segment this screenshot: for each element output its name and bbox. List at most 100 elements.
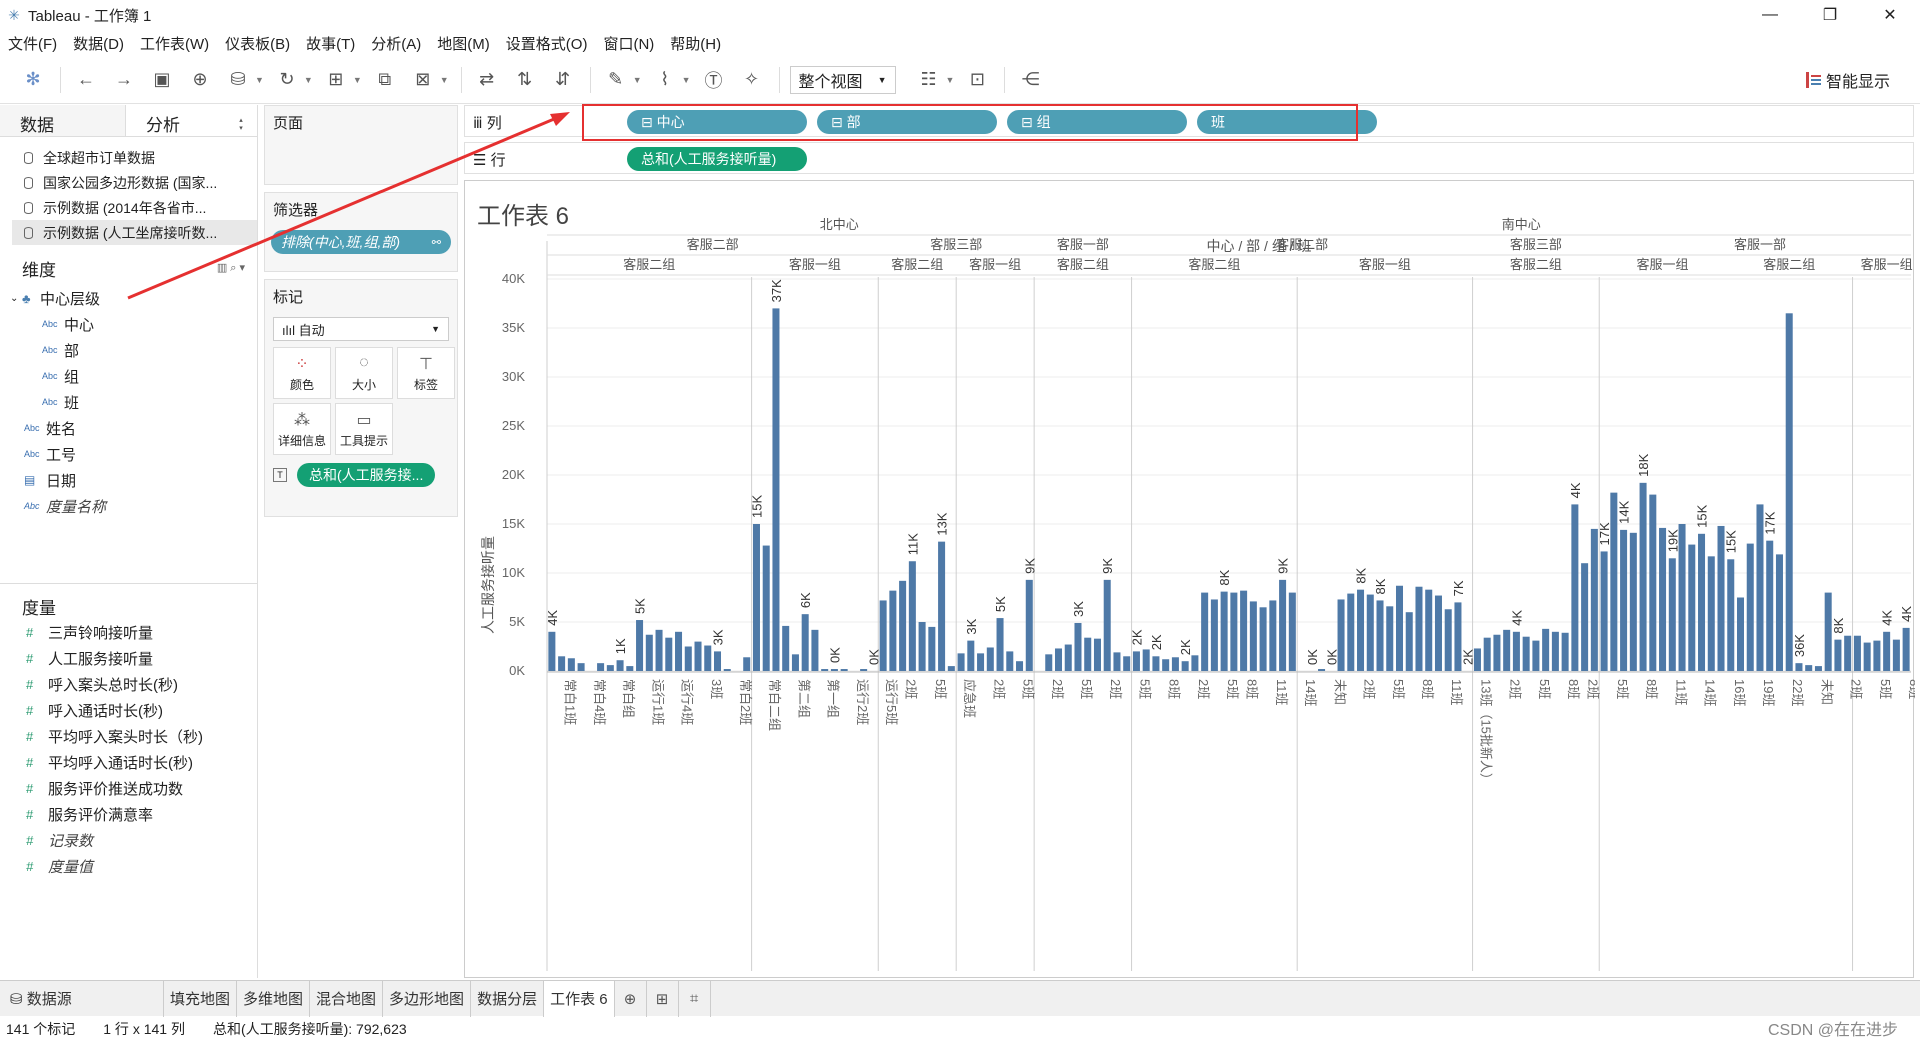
size-button[interactable]: ◌ 大小 bbox=[335, 347, 393, 399]
datasource-item-selected[interactable]: 示例数据 (人工坐席接听数... bbox=[12, 220, 257, 245]
undo-icon[interactable]: ← bbox=[71, 65, 101, 95]
new-worksheet-icon[interactable]: ⊞ bbox=[321, 65, 351, 95]
dimension-field[interactable]: Abc 工号 bbox=[0, 441, 257, 467]
chevron-down-icon[interactable]: ⌄ bbox=[10, 293, 22, 304]
tab-sheet[interactable]: 混合地图 bbox=[310, 980, 384, 1017]
dimension-field[interactable]: ▤ 日期 bbox=[0, 467, 257, 493]
presentation-mode-icon[interactable]: ⊡ bbox=[962, 65, 992, 95]
refresh-icon[interactable]: ↻ bbox=[272, 65, 302, 95]
measure-field[interactable]: # 平均呼入案头时长（秒) bbox=[0, 723, 258, 749]
share-icon[interactable]: ⋲ bbox=[1015, 65, 1045, 95]
save-icon[interactable]: ▣ bbox=[147, 65, 177, 95]
dimension-field[interactable]: Abc 度量名称 bbox=[0, 493, 257, 519]
fix-axes-icon[interactable]: ✧ bbox=[737, 65, 767, 95]
department-header: 客服一部 bbox=[1734, 237, 1786, 252]
chevron-down-icon[interactable]: ▼ bbox=[633, 75, 642, 85]
highlight-icon[interactable]: ✎ bbox=[601, 65, 631, 95]
datasource-item[interactable]: 示例数据 (2014年各省市... bbox=[24, 195, 257, 220]
chevron-down-icon[interactable]: ▼ bbox=[304, 75, 313, 85]
show-me-button[interactable]: 智能显示 bbox=[1805, 68, 1890, 92]
datasource-options-icon[interactable]: ⛁ bbox=[223, 65, 253, 95]
chevron-down-icon[interactable]: ▼ bbox=[946, 75, 955, 85]
tab-data[interactable]: 数据 bbox=[0, 105, 125, 136]
menu-dashboard[interactable]: 仪表板(B) bbox=[225, 33, 290, 54]
filters-card[interactable]: 筛选器 排除(中心,班,组,部) ⚯ bbox=[264, 192, 458, 272]
maximize-button[interactable]: ❐ bbox=[1800, 0, 1860, 30]
measure-field[interactable]: # 呼入通话时长(秒) bbox=[0, 697, 258, 723]
measure-field[interactable]: # 呼入案头总时长(秒) bbox=[0, 671, 258, 697]
menu-help[interactable]: 帮助(H) bbox=[670, 33, 721, 54]
minimize-button[interactable]: — bbox=[1740, 0, 1800, 30]
close-button[interactable]: ✕ bbox=[1860, 0, 1920, 30]
x-tick-label: 8班 bbox=[1420, 679, 1435, 699]
menu-story[interactable]: 故事(T) bbox=[306, 33, 355, 54]
x-tick-label: 常白4班 bbox=[592, 679, 607, 725]
view-fit-select[interactable]: 整个视图 ▼ bbox=[789, 65, 896, 94]
row-pill-measure[interactable]: 总和(人工服务接听量) bbox=[627, 147, 807, 171]
menu-map[interactable]: 地图(M) bbox=[437, 33, 490, 54]
detail-button[interactable]: ⁂ 详细信息 bbox=[273, 403, 331, 455]
measure-field[interactable]: # 度量值 bbox=[0, 853, 258, 879]
menu-data[interactable]: 数据(D) bbox=[73, 33, 124, 54]
clear-sheet-icon[interactable]: ⊠ bbox=[408, 65, 438, 95]
group-members-icon[interactable]: ⌇ bbox=[650, 65, 680, 95]
label-button[interactable]: ⊤ 标签 bbox=[397, 347, 455, 399]
dimension-field[interactable]: Abc 姓名 bbox=[0, 415, 257, 441]
new-dashboard-icon[interactable]: ⊞ bbox=[647, 980, 679, 1017]
dimension-field[interactable]: Abc 中心 bbox=[0, 311, 257, 337]
tab-sheet[interactable]: 数据分层 bbox=[471, 980, 545, 1017]
menu-format[interactable]: 设置格式(O) bbox=[506, 33, 588, 54]
menu-file[interactable]: 文件(F) bbox=[8, 33, 57, 54]
tab-sheet[interactable]: 多维地图 bbox=[237, 980, 311, 1017]
new-datasource-icon[interactable]: ⊕ bbox=[185, 65, 215, 95]
measure-field[interactable]: # 人工服务接听量 bbox=[0, 645, 258, 671]
show-cards-icon[interactable]: ☷ bbox=[914, 65, 944, 95]
dimension-field[interactable]: Abc 部 bbox=[0, 337, 257, 363]
show-mark-labels-icon[interactable]: Ⓣ bbox=[699, 65, 729, 95]
rows-shelf[interactable]: ☰ 行 总和(人工服务接听量) bbox=[464, 142, 1914, 174]
tab-datasource[interactable]: ⛁ 数据源 bbox=[0, 980, 164, 1017]
tableau-start-icon[interactable]: ✻ bbox=[18, 65, 48, 95]
tab-sheet-active[interactable]: 工作表 6 bbox=[544, 980, 615, 1017]
chevron-down-icon[interactable]: ▼ bbox=[682, 75, 691, 85]
worksheet-view: 工作表 6 中心 / 部 / 组 / 班 人工服务接听量 0K 5K 10K 15K 2… bbox=[464, 180, 1915, 978]
y-tick-label: 0K bbox=[509, 663, 525, 678]
marks-field-pill[interactable]: 总和(人工服务接... bbox=[297, 463, 436, 487]
duplicate-sheet-icon[interactable]: ⧉ bbox=[370, 65, 400, 95]
menu-analysis[interactable]: 分析(A) bbox=[371, 33, 421, 54]
menu-window[interactable]: 窗口(N) bbox=[603, 33, 654, 54]
new-worksheet-icon[interactable]: ⊕ bbox=[615, 980, 647, 1017]
hierarchy-field[interactable]: ⌄ ♣ 中心层级 bbox=[0, 285, 257, 311]
menu-worksheet[interactable]: 工作表(W) bbox=[140, 33, 209, 54]
redo-icon[interactable]: → bbox=[109, 65, 139, 95]
mark-type-select[interactable]: ılıl 自动 ▼ bbox=[273, 317, 449, 341]
measure-field[interactable]: # 服务评价推送成功数 bbox=[0, 775, 258, 801]
data-label: 8K bbox=[1373, 578, 1388, 594]
measure-field[interactable]: # 服务评价满意率 bbox=[0, 801, 258, 827]
datasource-item[interactable]: 全球超市订单数据 bbox=[24, 145, 257, 170]
chevron-down-icon[interactable]: ▼ bbox=[255, 75, 264, 85]
bar bbox=[772, 308, 780, 671]
bar bbox=[1600, 551, 1608, 671]
chevron-down-icon[interactable]: ▼ bbox=[353, 75, 362, 85]
color-button[interactable]: ⁘ 颜色 bbox=[273, 347, 331, 399]
dimension-field[interactable]: Abc 班 bbox=[0, 389, 257, 415]
pages-card[interactable]: 页面 bbox=[264, 105, 458, 185]
chevron-down-icon[interactable]: ▼ bbox=[440, 75, 449, 85]
tab-sheet[interactable]: 多边形地图 bbox=[383, 980, 472, 1017]
datasource-item[interactable]: 国家公园多边形数据 (国家... bbox=[24, 170, 257, 195]
tab-analysis[interactable]: 分析 bbox=[125, 105, 250, 136]
tab-sheet[interactable]: 填充地图 bbox=[164, 980, 238, 1017]
sort-descending-icon[interactable]: ⇵ bbox=[548, 65, 578, 95]
measure-field[interactable]: # 记录数 bbox=[0, 827, 258, 853]
search-icon[interactable]: ▥ ⌕ ▾ bbox=[217, 261, 245, 275]
bar bbox=[626, 666, 634, 671]
swap-rows-columns-icon[interactable]: ⇄ bbox=[472, 65, 502, 95]
sort-ascending-icon[interactable]: ⇅ bbox=[510, 65, 540, 95]
dimension-field[interactable]: Abc 组 bbox=[0, 363, 257, 389]
measure-field[interactable]: # 平均呼入通话时长(秒) bbox=[0, 749, 258, 775]
measure-field[interactable]: # 三声铃响接听量 bbox=[0, 619, 258, 645]
filter-pill[interactable]: 排除(中心,班,组,部) ⚯ bbox=[271, 230, 451, 254]
tooltip-button[interactable]: ▭ 工具提示 bbox=[335, 403, 393, 455]
new-story-icon[interactable]: ⌗ bbox=[679, 980, 711, 1017]
